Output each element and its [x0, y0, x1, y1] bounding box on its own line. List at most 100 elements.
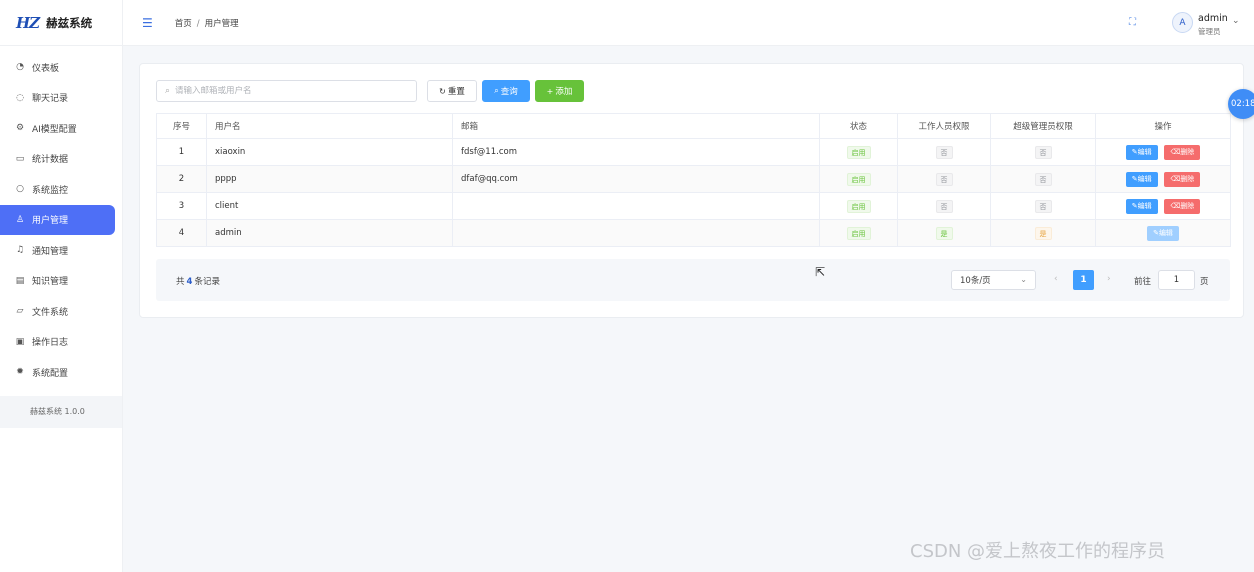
- monitor-icon: ○: [16, 184, 24, 195]
- breadcrumb-home[interactable]: 首页: [175, 19, 192, 29]
- sidebar-item-users[interactable]: ♙ 用户管理: [0, 204, 115, 235]
- total-prefix: 共: [176, 277, 185, 287]
- log-icon: ▣: [15, 336, 25, 347]
- row-username: xiaoxin: [206, 138, 453, 166]
- delete-icon: ⌫: [1170, 174, 1181, 183]
- delete-button[interactable]: ⌫删除: [1164, 198, 1201, 214]
- edit-button[interactable]: ✎编辑: [1125, 171, 1158, 187]
- staff-badge: 是: [935, 226, 953, 240]
- breadcrumb: 首页 / 用户管理: [175, 17, 239, 29]
- user-management-card: ⌕ ↻重置 ⌕查询 +添加 序号 用户名 邮箱 状态 工作人员权限 超级管理员权…: [139, 63, 1244, 318]
- next-page-button[interactable]: ›: [1107, 274, 1111, 284]
- sidebar-item-knowledge[interactable]: ▤ 知识管理: [0, 266, 122, 297]
- row-super-cell: 否: [990, 138, 1096, 166]
- breadcrumb-current: 用户管理: [204, 18, 239, 29]
- row-status-cell: 启用: [819, 192, 898, 220]
- total-suffix: 条记录: [194, 277, 220, 287]
- goto-page-input[interactable]: [1158, 270, 1195, 290]
- column-header-actions: 操作: [1095, 113, 1231, 139]
- edit-button-label: 编辑: [1137, 147, 1152, 156]
- row-staff-cell: 否: [897, 192, 991, 220]
- edit-button[interactable]: ✎编辑: [1125, 198, 1158, 214]
- sidebar-item-logs[interactable]: ▣ 操作日志: [0, 327, 122, 358]
- sidebar-item-label: 统计数据: [32, 155, 69, 166]
- column-header-status: 状态: [819, 113, 898, 139]
- sidebar-item-monitor[interactable]: ○ 系统监控: [0, 174, 122, 205]
- total-count: 共 4 条记录: [176, 275, 220, 287]
- chevron-down-icon: ⌄: [1020, 275, 1027, 284]
- plus-icon: +: [546, 86, 554, 96]
- sidebar-item-files[interactable]: ▱ 文件系统: [0, 296, 122, 327]
- sidebar-item-notifications[interactable]: ♫ 通知管理: [0, 235, 122, 266]
- superuser-badge: 是: [1034, 226, 1052, 240]
- row-staff-cell: 是: [897, 219, 991, 247]
- user-icon: ♙: [15, 214, 25, 225]
- edit-button-label: 编辑: [1137, 201, 1152, 210]
- prev-page-button[interactable]: ‹: [1054, 274, 1058, 284]
- sidebar-item-label: AI模型配置: [32, 124, 77, 135]
- column-header-staff: 工作人员权限: [897, 113, 991, 139]
- logo[interactable]: HZ 赫兹系统: [0, 0, 122, 46]
- add-user-button[interactable]: + 添加: [535, 80, 584, 102]
- reset-button-label: 重置: [447, 87, 465, 97]
- status-badge: 启用: [846, 172, 871, 186]
- staff-badge: 否: [935, 145, 953, 159]
- delete-icon: ⌫: [1170, 201, 1181, 210]
- gear-icon: ✹: [16, 367, 24, 378]
- sidebar-item-system-config[interactable]: ✹ 系统配置: [0, 357, 122, 388]
- delete-button-label: 删除: [1180, 147, 1195, 156]
- row-super-cell: 否: [990, 165, 1096, 193]
- search-box[interactable]: ⌕: [156, 80, 417, 102]
- sidebar-item-dashboard[interactable]: ◔ 仪表板: [0, 52, 122, 83]
- delete-button[interactable]: ⌫删除: [1164, 171, 1201, 187]
- watermark: CSDN @爱上熬夜工作的程序员: [910, 541, 1166, 562]
- reset-button[interactable]: ↻ 重置: [427, 80, 477, 102]
- sidebar-item-chat[interactable]: ◌ 聊天记录: [0, 83, 122, 114]
- page-size-value: 10条/页: [960, 276, 991, 286]
- sidebar-item-label: 操作日志: [32, 338, 69, 349]
- row-email: [452, 219, 820, 247]
- row-actions: ✎编辑 ⌫删除: [1095, 192, 1231, 220]
- staff-badge: 否: [935, 199, 953, 213]
- status-badge: 启用: [846, 199, 871, 213]
- pagination-bar: 共4条记录 10条/页 ⌄ ‹ 1 › 前往 页: [156, 259, 1230, 301]
- chevron-down-icon[interactable]: ⌄: [1232, 16, 1240, 26]
- page-number-active[interactable]: 1: [1073, 270, 1094, 290]
- delete-button[interactable]: ⌫删除: [1164, 144, 1201, 160]
- edit-button[interactable]: ✎编辑: [1125, 144, 1158, 160]
- query-button[interactable]: ⌕ 查询: [482, 80, 530, 102]
- sidebar-menu: ◔ 仪表板 ◌ 聊天记录 ⚙ AI模型配置 ▭ 统计数据 ○ 系统监控 ♙ 用户…: [0, 46, 122, 388]
- fullscreen-icon[interactable]: ⛶: [1129, 17, 1136, 28]
- row-index: 1: [156, 138, 207, 166]
- staff-badge: 否: [935, 172, 953, 186]
- header: ☰ 首页 / 用户管理 ⛶ A admin 管理员 ⌄: [123, 0, 1254, 46]
- page-size-select[interactable]: 10条/页 ⌄: [951, 270, 1036, 290]
- row-username: pppp: [206, 165, 453, 193]
- sidebar-item-ai-config[interactable]: ⚙ AI模型配置: [0, 113, 122, 144]
- menu-toggle-icon[interactable]: ☰: [142, 16, 153, 30]
- query-button-label: 查询: [500, 87, 518, 97]
- bell-icon: ♫: [15, 245, 25, 256]
- row-email: dfaf@qq.com: [452, 165, 820, 193]
- user-name[interactable]: admin: [1198, 13, 1228, 24]
- timer-badge[interactable]: 02:18: [1228, 89, 1254, 119]
- row-super-cell: 否: [990, 192, 1096, 220]
- breadcrumb-separator: /: [196, 18, 200, 29]
- row-status-cell: 启用: [819, 138, 898, 166]
- document-icon: ▤: [15, 275, 25, 286]
- add-button-label: 添加: [555, 87, 573, 97]
- table-header-row: 序号 用户名 邮箱 状态 工作人员权限 超级管理员权限 操作: [156, 113, 1231, 139]
- refresh-icon: ↻: [439, 86, 446, 96]
- superuser-badge: 否: [1034, 199, 1052, 213]
- avatar[interactable]: A: [1172, 12, 1193, 33]
- sidebar-item-statistics[interactable]: ▭ 统计数据: [0, 144, 122, 175]
- row-super-cell: 是: [990, 219, 1096, 247]
- search-input[interactable]: [175, 86, 406, 96]
- edit-button-label: 编辑: [1158, 228, 1173, 237]
- row-actions: ✎编辑 ⌫删除: [1095, 138, 1231, 166]
- row-status-cell: 启用: [819, 165, 898, 193]
- column-header-index: 序号: [156, 113, 207, 139]
- column-header-superuser: 超级管理员权限: [990, 113, 1096, 139]
- row-actions: ✎编辑 ⌫删除: [1095, 165, 1231, 193]
- delete-button-label: 删除: [1180, 201, 1195, 210]
